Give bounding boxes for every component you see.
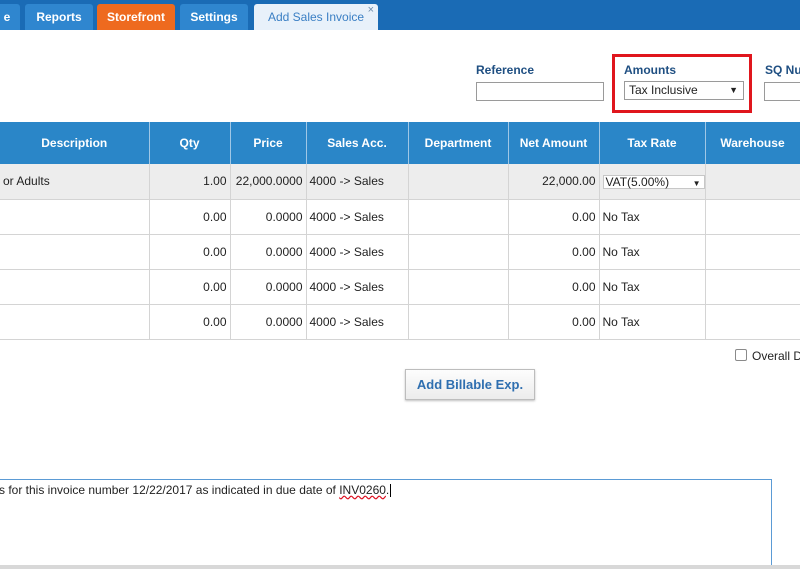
sales-acc-cell[interactable]: 4000 -> Sales <box>306 269 409 305</box>
column-header-description: Description <box>0 122 150 164</box>
overall-discount-checkbox[interactable] <box>735 349 747 361</box>
description-cell[interactable] <box>0 304 150 340</box>
reference-input[interactable] <box>476 82 604 101</box>
department-cell[interactable] <box>408 269 509 305</box>
price-cell[interactable]: 0.0000 <box>230 199 307 235</box>
table-row: 0.00 0.0000 4000 -> Sales 0.00 No Tax <box>0 269 800 305</box>
department-cell[interactable] <box>408 234 509 270</box>
price-cell[interactable]: 0.0000 <box>230 234 307 270</box>
description-cell[interactable] <box>0 234 150 270</box>
price-cell[interactable]: 0.0000 <box>230 269 307 305</box>
qty-cell[interactable]: 1.00 <box>149 164 231 200</box>
tab-truncated[interactable]: e <box>0 4 20 30</box>
qty-cell[interactable]: 0.00 <box>149 199 231 235</box>
notes-misspelled-word: INV0260 <box>339 483 386 497</box>
column-header-tax-rate: Tax Rate <box>599 122 706 164</box>
warehouse-cell[interactable] <box>705 234 800 270</box>
sales-acc-cell[interactable]: 4000 -> Sales <box>306 199 409 235</box>
tax-rate-cell[interactable]: No Tax <box>599 199 706 235</box>
dropdown-arrow-icon: ▼ <box>692 178 701 188</box>
net-amount-cell[interactable]: 0.00 <box>508 234 600 270</box>
sq-number-label: SQ Nu <box>765 63 800 77</box>
warehouse-cell[interactable] <box>705 199 800 235</box>
tab-label: Add Sales Invoice <box>267 10 365 24</box>
close-icon[interactable]: × <box>368 0 374 23</box>
warehouse-cell[interactable] <box>705 164 800 200</box>
description-cell[interactable] <box>0 199 150 235</box>
qty-cell[interactable]: 0.00 <box>149 234 231 270</box>
column-header-net-amount: Net Amount <box>508 122 600 164</box>
notes-textarea[interactable]: s for this invoice number 12/22/2017 as … <box>0 479 772 569</box>
column-header-warehouse: Warehouse <box>705 122 800 164</box>
line-items-table: Description Qty Price Sales Acc. Departm… <box>0 122 800 340</box>
tab-settings[interactable]: Settings <box>180 4 248 30</box>
qty-cell[interactable]: 0.00 <box>149 304 231 340</box>
tax-rate-select[interactable]: VAT(5.00%) ▼ <box>602 174 704 189</box>
column-header-sales-acc: Sales Acc. <box>306 122 409 164</box>
tab-storefront[interactable]: Storefront <box>97 4 175 30</box>
net-amount-cell[interactable]: 0.00 <box>508 199 600 235</box>
tax-rate-select-value: VAT(5.00%) <box>605 174 670 189</box>
net-amount-cell[interactable]: 0.00 <box>508 269 600 305</box>
text-cursor <box>390 484 392 498</box>
sales-acc-cell[interactable]: 4000 -> Sales <box>306 234 409 270</box>
reference-label: Reference <box>476 63 535 77</box>
column-header-department: Department <box>408 122 509 164</box>
tab-add-sales-invoice[interactable]: Add Sales Invoice × <box>254 4 378 30</box>
sales-acc-cell[interactable]: 4000 -> Sales <box>306 304 409 340</box>
tax-rate-cell[interactable]: VAT(5.00%) ▼ <box>599 164 706 200</box>
column-header-qty: Qty <box>149 122 231 164</box>
highlight-box <box>612 54 752 113</box>
qty-cell[interactable]: 0.00 <box>149 269 231 305</box>
table-header-row: Description Qty Price Sales Acc. Departm… <box>0 122 800 164</box>
tab-reports[interactable]: Reports <box>25 4 93 30</box>
tax-rate-cell[interactable]: No Tax <box>599 269 706 305</box>
bottom-divider <box>0 565 800 569</box>
price-cell[interactable]: 0.0000 <box>230 304 307 340</box>
table-row: 0.00 0.0000 4000 -> Sales 0.00 No Tax <box>0 199 800 235</box>
table-row: or Adults 1.00 22,000.0000 4000 -> Sales… <box>0 164 800 200</box>
add-billable-exp-button[interactable]: Add Billable Exp. <box>405 369 535 400</box>
notes-text-end: . <box>385 483 390 497</box>
warehouse-cell[interactable] <box>705 304 800 340</box>
tax-rate-cell[interactable]: No Tax <box>599 234 706 270</box>
department-cell[interactable] <box>408 164 509 200</box>
tax-rate-cell[interactable]: No Tax <box>599 304 706 340</box>
description-cell[interactable] <box>0 269 150 305</box>
overall-discount-label: Overall D <box>752 349 800 363</box>
column-header-price: Price <box>230 122 307 164</box>
table-row: 0.00 0.0000 4000 -> Sales 0.00 No Tax <box>0 304 800 340</box>
department-cell[interactable] <box>408 304 509 340</box>
sq-number-input[interactable] <box>764 82 800 101</box>
description-cell[interactable]: or Adults <box>0 164 150 200</box>
department-cell[interactable] <box>408 199 509 235</box>
price-cell[interactable]: 22,000.0000 <box>230 164 307 200</box>
sales-acc-cell[interactable]: 4000 -> Sales <box>306 164 409 200</box>
net-amount-cell[interactable]: 0.00 <box>508 304 600 340</box>
net-amount-cell[interactable]: 22,000.00 <box>508 164 600 200</box>
tab-bar: e Reports Storefront Settings Add Sales … <box>0 0 800 30</box>
notes-text: s for this invoice number 12/22/2017 as … <box>0 483 340 497</box>
warehouse-cell[interactable] <box>705 269 800 305</box>
table-row: 0.00 0.0000 4000 -> Sales 0.00 No Tax <box>0 234 800 270</box>
